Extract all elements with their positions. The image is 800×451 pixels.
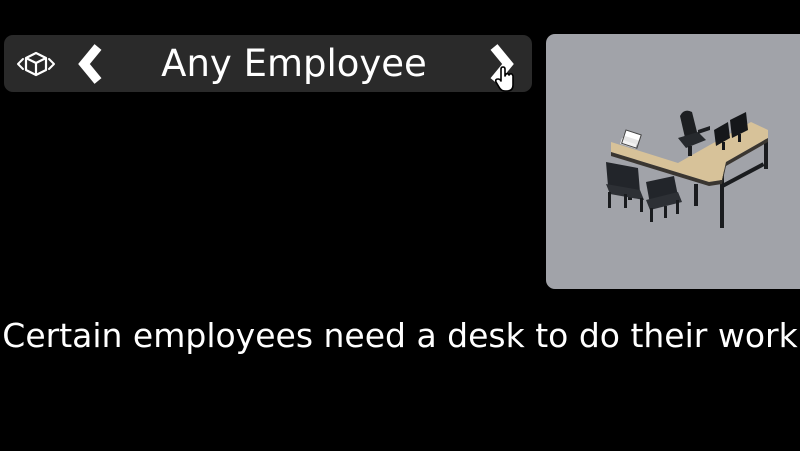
employee-description: Certain employees need a desk to do thei… [2, 316, 798, 355]
employee-type-label: Any Employee [161, 42, 427, 85]
desk-preview-image [546, 34, 800, 289]
employee-type-panel: Any Employee Certain employees need a de… [0, 0, 800, 451]
3d-cube-view-icon[interactable] [12, 50, 60, 78]
next-button[interactable] [484, 41, 524, 93]
office-desk-illustration [606, 110, 768, 228]
employee-selector-bar: Any Employee [4, 35, 532, 92]
previous-button[interactable] [74, 41, 108, 87]
